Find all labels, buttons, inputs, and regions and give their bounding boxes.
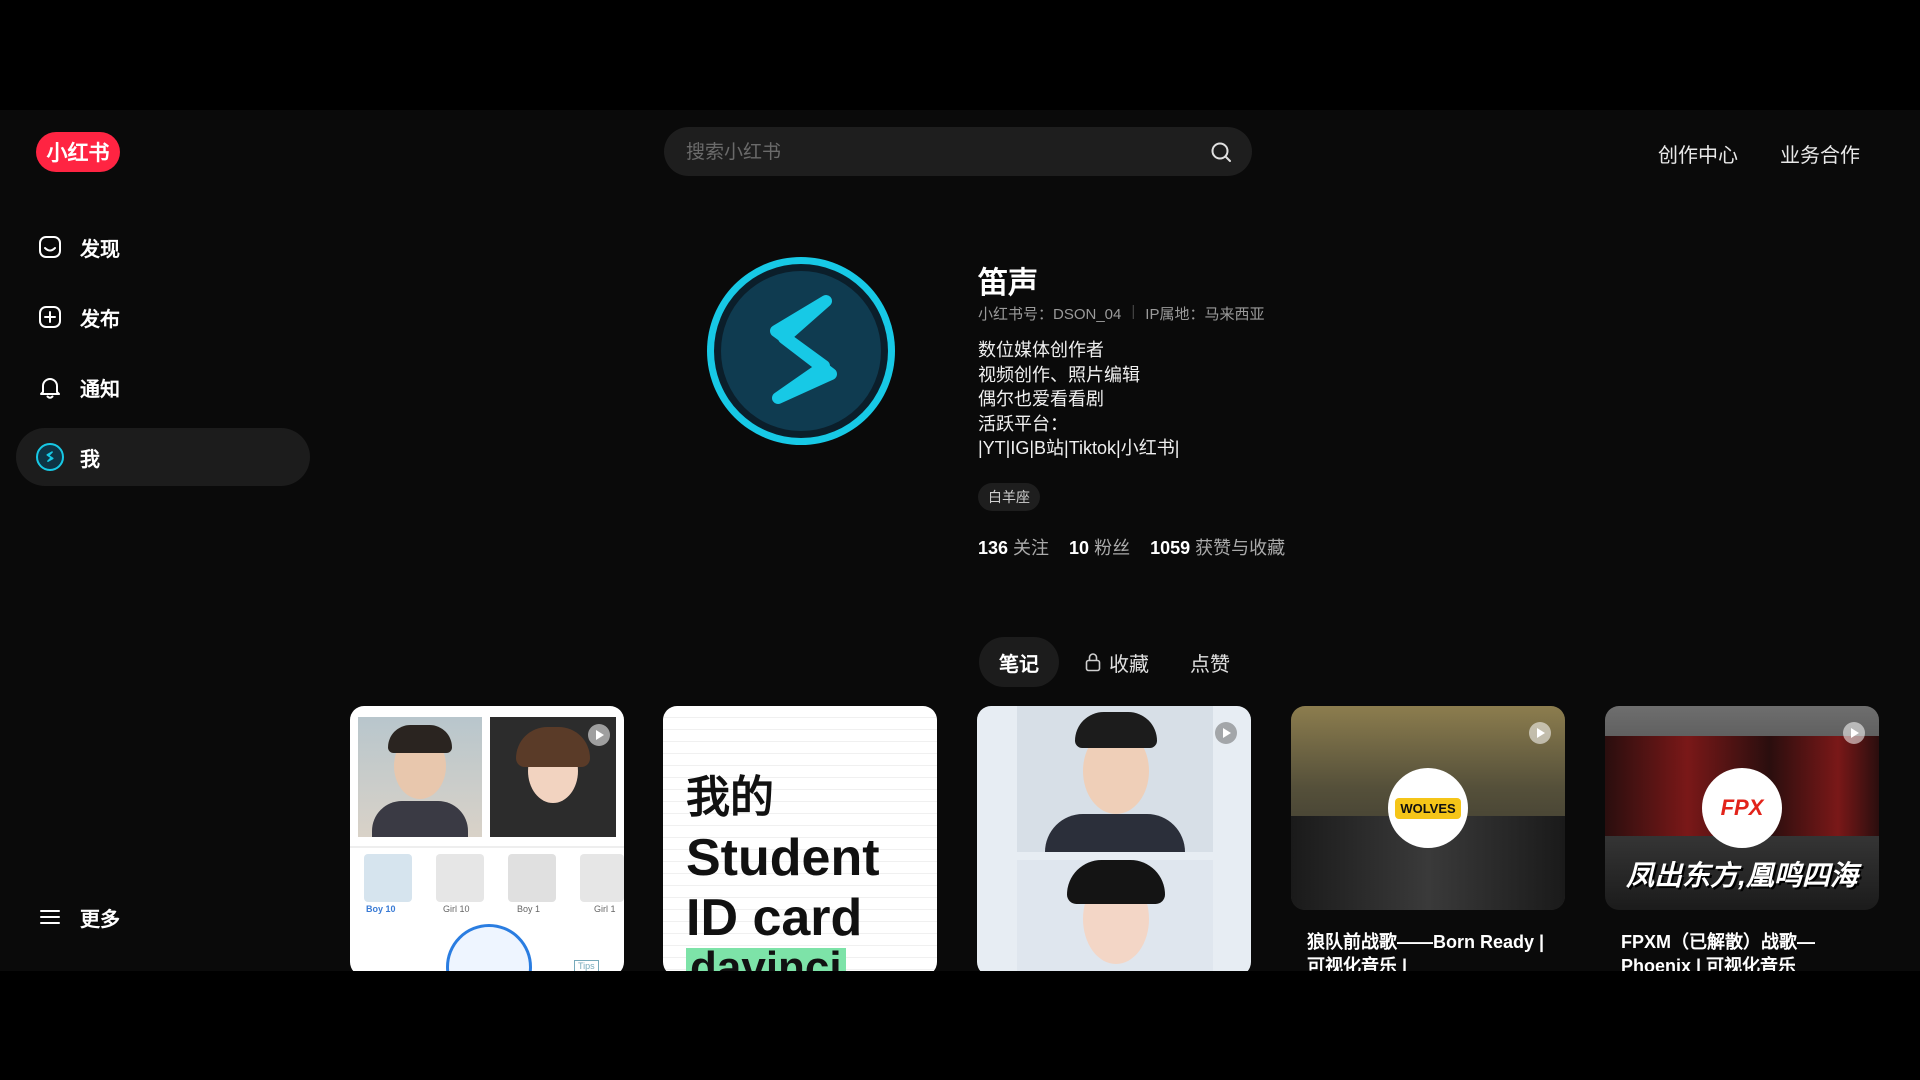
bio-line: 数位媒体创作者 (978, 340, 1104, 360)
followers-stat[interactable]: 10 粉丝 (1069, 534, 1130, 560)
avatar-slot (36, 443, 64, 471)
cover-hair (1067, 860, 1165, 904)
sidebar-item-notifications[interactable]: 通知 (16, 358, 310, 416)
cover-text: Student (686, 829, 880, 887)
profile-meta: 小红书号：DSON_04 | IP属地：马来西亚 (978, 303, 1264, 324)
stat-label: 粉丝 (1094, 538, 1131, 558)
sidebar-item-label: 通知 (80, 378, 120, 401)
video-play-icon (1215, 722, 1237, 744)
logo-text: FPX (1720, 795, 1764, 820)
thumb-label: Girl 1 (594, 904, 616, 914)
note-card[interactable]: Boy 10 Girl 10 Boy 1 Girl 1 Tips (350, 706, 624, 971)
note-cover: WOLVES (1291, 706, 1565, 910)
creator-center-link[interactable]: 创作中心 (1658, 139, 1738, 168)
heart-app-icon (446, 924, 532, 971)
tab-likes[interactable]: 点赞 (1190, 637, 1230, 687)
profile-stats: 136 关注 10 粉丝 1059 获赞与收藏 (978, 534, 1285, 560)
user-avatar-icon (36, 443, 64, 471)
note-card[interactable] (977, 706, 1251, 971)
menu-icon (36, 903, 64, 931)
stat-label: 获赞与收藏 (1195, 538, 1286, 558)
cover-text: ID card (686, 889, 863, 947)
note-cover: 我的 Student ID card davinci (663, 706, 937, 971)
sidebar-item-publish[interactable]: 发布 (16, 288, 310, 346)
sidebar-more[interactable]: 更多 (16, 888, 310, 946)
stat-label: 关注 (1013, 538, 1050, 558)
cover-body (1045, 814, 1185, 852)
cover-hair (516, 727, 590, 767)
search-icon[interactable] (1208, 139, 1234, 165)
logo-text: WOLVES (1395, 797, 1461, 819)
wolves-logo: WOLVES (1388, 768, 1468, 848)
sidebar-item-label: 发现 (80, 238, 120, 261)
cover-thumb (580, 854, 624, 902)
profile-avatar[interactable] (706, 256, 896, 446)
note-cover (977, 706, 1251, 971)
bio-line: |YT|IG|B站|Tiktok|小红书| (978, 438, 1180, 458)
xiaohongshu-logo[interactable]: 小红书 (36, 132, 120, 172)
note-title: 狼队前战歌——Born Ready | 可视化音乐 | (1307, 932, 1545, 971)
cover-hair (1075, 712, 1157, 748)
cover-thumb (508, 854, 556, 902)
video-play-icon (588, 724, 610, 746)
cover-thumb (364, 854, 412, 902)
stat-number: 136 (978, 538, 1009, 558)
sidebar-item-me[interactable]: 我 (16, 428, 310, 486)
bell-icon (36, 373, 64, 401)
meta-divider: | (1131, 303, 1136, 320)
profile-bio: 数位媒体创作者 视频创作、照片编辑 偶尔也爱看看剧 活跃平台： |YT|IG|B… (978, 338, 1179, 461)
ip-location: IP属地：马来西亚 (1145, 306, 1265, 323)
note-title: FPXM（已解散）战歌—Phoenix | 可视化音乐 (1621, 932, 1816, 971)
likes-collects-stat[interactable]: 1059 获赞与收藏 (1150, 534, 1285, 560)
tab-collect[interactable]: 收藏 (1084, 637, 1149, 687)
bio-line: 偶尔也爱看看剧 (978, 389, 1104, 409)
red-id: 小红书号：DSON_04 (978, 306, 1122, 323)
app-window: 小红书 创作中心 业务合作 发现 发布 通知 我 (0, 110, 1920, 971)
lock-icon (1085, 653, 1101, 672)
cover-hair (388, 725, 452, 753)
home-icon (36, 233, 64, 261)
cover-body (372, 801, 468, 837)
bio-line: 活跃平台： (978, 413, 1068, 434)
sidebar-item-label: 发布 (80, 308, 120, 331)
business-cooperation-link[interactable]: 业务合作 (1780, 139, 1860, 168)
thumb-label: Boy 1 (517, 904, 541, 914)
search-input[interactable] (684, 127, 1188, 178)
note-cover: Boy 10 Girl 10 Boy 1 Girl 1 Tips (350, 706, 624, 971)
sidebar-item-label: 我 (80, 448, 100, 471)
plus-square-icon (36, 303, 64, 331)
video-play-icon (1843, 722, 1865, 744)
cover-text: davinci (686, 946, 846, 971)
zodiac-tag: 白羊座 (978, 483, 1040, 511)
cover-photo (1017, 860, 1213, 971)
cover-text: 我的 (686, 773, 774, 822)
cover-photo (358, 717, 482, 837)
bio-line: 视频创作、照片编辑 (978, 364, 1140, 385)
cover-banner: 凤出东方,凰鸣四海 (1626, 860, 1858, 891)
tips-label: Tips (574, 960, 599, 971)
cover-divider (350, 846, 624, 848)
fpx-logo: FPX (1702, 768, 1782, 848)
profile-name: 笛声 (978, 267, 1038, 300)
thumb-label: Girl 10 (443, 904, 470, 914)
sidebar-item-discover[interactable]: 发现 (16, 218, 310, 276)
note-cover: FPX 凤出东方,凰鸣四海 (1605, 706, 1879, 910)
note-card[interactable]: WOLVES 狼队前战歌——Born Ready | 可视化音乐 | (1291, 706, 1565, 971)
note-card[interactable]: FPX 凤出东方,凰鸣四海 FPXM（已解散）战歌—Phoenix | 可视化音… (1605, 706, 1879, 971)
note-card[interactable]: 我的 Student ID card davinci (663, 706, 937, 971)
tab-collect-label: 收藏 (1109, 653, 1149, 676)
following-stat[interactable]: 136 关注 (978, 534, 1049, 560)
sidebar-more-label: 更多 (80, 908, 120, 931)
search-bar[interactable] (664, 127, 1252, 178)
video-play-icon (1529, 722, 1551, 744)
cover-thumb (436, 854, 484, 902)
stat-number: 1059 (1150, 538, 1191, 558)
cover-photo (1017, 706, 1213, 852)
stat-number: 10 (1069, 538, 1090, 558)
tab-notes[interactable]: 笔记 (979, 637, 1059, 687)
thumb-label: Boy 10 (366, 904, 396, 914)
